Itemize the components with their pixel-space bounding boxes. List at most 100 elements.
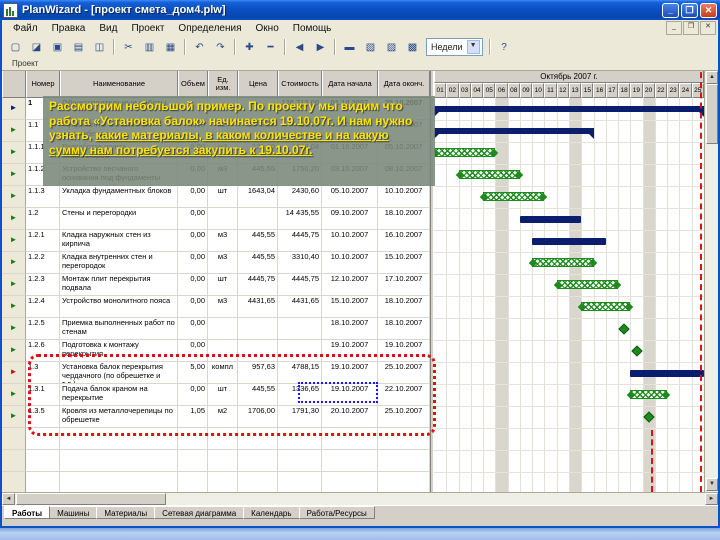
table-cell[interactable]: 15.10.2007 [322,296,378,318]
print-preview-button[interactable]: ◫ [89,37,110,57]
table-cell[interactable]: м3 [208,230,238,252]
table-cell[interactable]: 0,00 [178,186,208,208]
table-cell[interactable]: Укладка фундаментных блоков [60,186,178,208]
network-view-button[interactable]: ▧ [360,37,381,57]
menu-item[interactable]: Правка [45,22,93,35]
table-cell[interactable]: Кладка наружных стен из кирпича [60,230,178,252]
gantt-bar-task[interactable] [519,216,582,223]
table-cell[interactable] [322,472,378,492]
table-cell[interactable] [178,472,208,492]
table-cell[interactable] [60,450,178,472]
outdent-button[interactable]: ◀ [289,37,310,57]
tab-view[interactable]: Работа/Ресурсы [298,506,375,519]
column-header[interactable]: Объем [178,70,208,98]
table-cell[interactable] [278,472,322,492]
undo-button[interactable]: ↶ [189,37,210,57]
table-cell[interactable] [238,208,278,230]
help-button[interactable]: ? [493,37,515,57]
table-cell[interactable]: 15.10.2007 [378,252,430,274]
tab-view[interactable]: Машины [49,506,98,519]
paste-button[interactable]: ▦ [160,37,181,57]
table-cell[interactable]: 4431,65 [238,296,278,318]
tab-view[interactable]: Материалы [96,506,156,519]
table-cell[interactable]: 05.10.2007 [322,186,378,208]
table-cell[interactable]: 10.10.2007 [378,186,430,208]
table-cell[interactable] [208,472,238,492]
column-header[interactable]: Дата начала [322,70,378,98]
vertical-scroll-thumb[interactable] [706,84,718,144]
gantt-bar-hatch[interactable] [532,258,594,267]
table-cell[interactable]: 1.2.4 [26,296,60,318]
table-cell[interactable] [378,472,430,492]
maximize-button[interactable]: ❐ [681,2,698,18]
table-cell[interactable]: 4445,75 [278,230,322,252]
gantt-view-button[interactable]: ▬ [339,37,360,57]
table-row[interactable]: ► 1.1.3 Укладка фундаментных блоков 0,00 шт 1… [2,186,430,208]
table-cell[interactable] [378,450,430,472]
table-cell[interactable]: 14 435,55 [278,208,322,230]
gantt-bar-hatch[interactable] [556,280,619,289]
mdi-minimize-button[interactable]: _ [666,21,682,35]
gantt-bar-hatch[interactable] [458,170,520,179]
scroll-left-button[interactable]: ◄ [2,493,15,505]
table-cell[interactable] [238,450,278,472]
table-cell[interactable]: Приемка выполненных работ по стенам [60,318,178,340]
save-file-button[interactable]: ▣ [47,37,68,57]
table-row[interactable] [2,450,430,472]
gantt-bar-hatch[interactable] [483,192,545,201]
close-button[interactable]: ✕ [700,2,717,18]
table-cell[interactable]: 12.10.2007 [322,274,378,296]
table-row[interactable]: ► 1.2.5 Приемка выполненных работ по стена… [2,318,430,340]
menu-item[interactable]: Помощь [286,22,339,35]
table-cell[interactable]: 18.10.2007 [378,208,430,230]
horizontal-scroll-thumb[interactable] [16,493,166,505]
gantt-bar-task[interactable] [532,238,606,245]
table-cell[interactable]: 1643,04 [238,186,278,208]
mdi-restore-button[interactable]: ❐ [683,21,699,35]
copy-button[interactable]: ▥ [139,37,160,57]
table-cell[interactable] [238,318,278,340]
open-file-button[interactable]: ◪ [26,37,47,57]
table-row[interactable]: ► 1.2 Стены и перегородки 0,00 14 435,55 09.1… [2,208,430,230]
minimize-button[interactable]: _ [662,2,679,18]
table-cell[interactable]: 0,00 [178,318,208,340]
tab-view[interactable]: Календарь [243,506,300,519]
table-cell[interactable]: 18.10.2007 [378,318,430,340]
table-cell[interactable]: шт [208,274,238,296]
table-cell[interactable]: м3 [208,296,238,318]
table-cell[interactable]: м3 [208,252,238,274]
table-cell[interactable] [208,208,238,230]
tab-view[interactable]: Сетевая диаграмма [154,506,245,519]
vertical-scrollbar[interactable]: ▲ ▼ [704,70,718,492]
table-cell[interactable] [322,450,378,472]
table-cell[interactable] [26,472,60,492]
table-cell[interactable]: 17.10.2007 [378,274,430,296]
table-row[interactable]: ► 1.2.2 Кладка внутренних стен и перегород… [2,252,430,274]
table-cell[interactable]: 1.2.2 [26,252,60,274]
column-header[interactable]: Цена [238,70,278,98]
horizontal-scrollbar[interactable]: ◄ ► [2,492,718,505]
table-cell[interactable]: 2430,60 [278,186,322,208]
menu-item[interactable]: Файл [6,22,45,35]
table-cell[interactable]: 16.10.2007 [378,230,430,252]
indent-button[interactable]: ▶ [310,37,331,57]
print-button[interactable]: ▤ [68,37,89,57]
cut-button[interactable]: ✂ [118,37,139,57]
menu-item[interactable]: Определения [171,22,248,35]
gantt-bar-task[interactable] [630,370,704,377]
calendar-view-button[interactable]: ▩ [402,37,423,57]
table-row[interactable]: ► 1.2.3 Монтаж плит перекрытия подвала 0,00… [2,274,430,296]
table-row[interactable]: ► 1.2.4 Устройство монолитного пояса 0,00 м3… [2,296,430,318]
column-header[interactable]: Номер [26,70,60,98]
table-cell[interactable]: 4445,75 [238,274,278,296]
table-cell[interactable]: 0,00 [178,252,208,274]
table-view-button[interactable]: ▨ [381,37,402,57]
table-cell[interactable]: 1.1.3 [26,186,60,208]
table-cell[interactable]: 4445,75 [278,274,322,296]
column-header[interactable]: Наименование [60,70,178,98]
column-header[interactable]: Стоимость [278,70,322,98]
gantt-bar-hatch[interactable] [630,390,668,399]
menu-item[interactable]: Окно [249,22,286,35]
table-cell[interactable]: 10.10.2007 [322,230,378,252]
table-cell[interactable]: 1.2.3 [26,274,60,296]
